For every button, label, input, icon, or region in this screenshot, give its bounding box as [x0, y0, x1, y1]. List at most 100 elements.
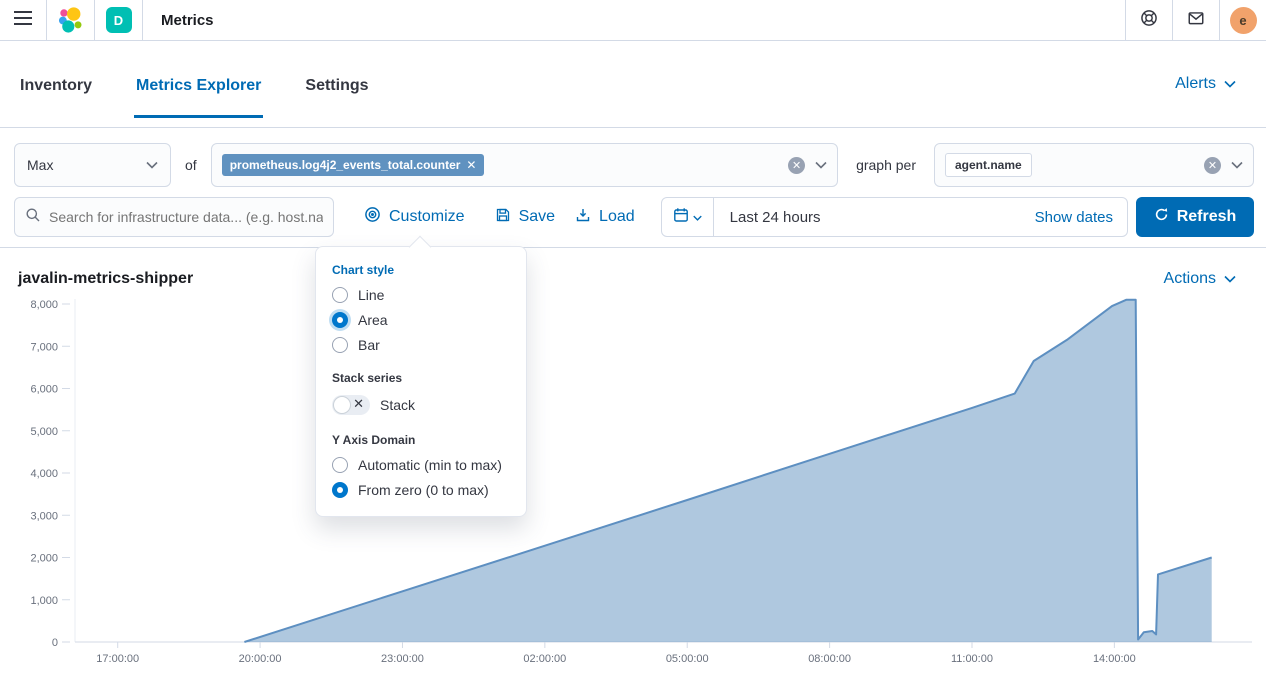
x-tick-label: 17:00:00: [96, 653, 139, 665]
newsfeed-button[interactable]: [1172, 0, 1219, 40]
customize-label: Customize: [389, 208, 465, 226]
envelope-icon: [1187, 9, 1205, 32]
x-tick-label: 20:00:00: [239, 653, 282, 665]
metrics-area-chart[interactable]: 01,0002,0003,0004,0005,0006,0007,0008,00…: [14, 296, 1252, 671]
y-tick-label: 7,000: [30, 341, 58, 353]
option-label: Bar: [358, 337, 380, 353]
app-title: Metrics: [143, 0, 232, 40]
app-tabs: Inventory Metrics Explorer Settings Aler…: [0, 41, 1266, 128]
of-label: of: [185, 157, 197, 173]
radio-icon: [332, 287, 348, 303]
radio-icon: [332, 337, 348, 353]
search-input[interactable]: [49, 209, 323, 225]
calendar-icon: [673, 207, 689, 228]
search-box: [14, 197, 334, 237]
chevron-down-icon: [1224, 275, 1236, 283]
search-icon: [25, 207, 41, 228]
option-label: Area: [358, 312, 388, 328]
download-icon: [575, 207, 591, 228]
aggregation-value: Max: [27, 157, 53, 173]
toolbar-row: Customize Save Load Last 24: [14, 197, 1254, 237]
top-bar: D Metrics e: [0, 0, 1266, 41]
x-tick-label: 14:00:00: [1093, 653, 1136, 665]
quick-select-button[interactable]: [662, 198, 714, 236]
help-button[interactable]: [1125, 0, 1172, 40]
chart-style-option-line[interactable]: Line: [332, 287, 510, 303]
x-tick-label: 02:00:00: [523, 653, 566, 665]
refresh-button[interactable]: Refresh: [1136, 197, 1254, 237]
x-tick-label: 11:00:00: [951, 653, 993, 665]
clear-group-by-icon[interactable]: ✕: [1204, 157, 1221, 174]
space-selector[interactable]: D: [95, 0, 143, 40]
elastic-logo[interactable]: [47, 0, 95, 40]
time-range-value[interactable]: Last 24 hours: [714, 209, 837, 226]
x-tick-label: 23:00:00: [381, 653, 424, 665]
y-tick-label: 6,000: [30, 384, 58, 396]
toolbar-divider: [0, 247, 1266, 248]
chevron-down-icon[interactable]: [815, 161, 827, 169]
y-tick-label: 4,000: [30, 468, 58, 480]
metric-tag[interactable]: prometheus.log4j2_events_total.counter ✕: [222, 154, 485, 176]
tab-inventory[interactable]: Inventory: [18, 51, 94, 118]
option-label: Line: [358, 287, 384, 303]
hamburger-icon: [14, 11, 32, 30]
date-picker: Last 24 hours Show dates: [661, 197, 1128, 237]
help-lifering-icon: [1140, 9, 1158, 32]
metrics-explorer-chart-section: javalin-metrics-shipper Actions 0 1,000 2,…: [0, 270, 1266, 671]
radio-icon: [332, 457, 348, 473]
save-label: Save: [519, 208, 555, 226]
metric-controls-row: Max of prometheus.log4j2_events_total.co…: [14, 143, 1254, 187]
refresh-icon: [1154, 207, 1169, 227]
group-by-tag[interactable]: agent.name: [945, 153, 1032, 177]
load-label: Load: [599, 208, 635, 226]
chevron-down-icon: [693, 208, 702, 226]
clear-metric-icon[interactable]: ✕: [788, 157, 805, 174]
save-button[interactable]: Save: [495, 207, 555, 228]
chevron-down-icon[interactable]: [1231, 161, 1243, 169]
load-button[interactable]: Load: [575, 207, 635, 228]
metric-combobox[interactable]: prometheus.log4j2_events_total.counter ✕…: [211, 143, 838, 187]
option-label: From zero (0 to max): [358, 482, 489, 498]
radio-selected-icon: [332, 482, 348, 498]
aggregation-select[interactable]: Max: [14, 143, 171, 187]
customize-button[interactable]: Customize: [364, 206, 465, 228]
stack-toggle-label: Stack: [380, 397, 415, 413]
actions-label: Actions: [1164, 270, 1216, 288]
y-tick-label: 5,000: [30, 426, 58, 438]
chevron-down-icon: [1224, 80, 1236, 88]
alerts-label: Alerts: [1175, 75, 1216, 93]
stack-toggle[interactable]: ✕: [332, 395, 370, 415]
bullseye-eye-icon: [364, 206, 381, 228]
metric-tag-label: prometheus.log4j2_events_total.counter: [230, 158, 461, 172]
tab-settings[interactable]: Settings: [303, 51, 370, 118]
option-label: Automatic (min to max): [358, 457, 502, 473]
chart-style-option-area[interactable]: Area: [332, 312, 510, 328]
y-tick-label: 8,000: [30, 299, 58, 311]
space-badge: D: [106, 7, 132, 33]
save-floppy-icon: [495, 207, 511, 228]
chevron-down-icon: [146, 161, 158, 169]
show-dates-link[interactable]: Show dates: [1035, 209, 1127, 226]
graph-per-label: graph per: [856, 157, 916, 173]
toggle-knob: [333, 396, 351, 414]
stack-series-title: Stack series: [332, 371, 510, 385]
alerts-dropdown[interactable]: Alerts: [1175, 75, 1236, 93]
customize-popover: Chart style Line Area Bar Stack series ✕…: [315, 246, 527, 517]
refresh-label: Refresh: [1177, 208, 1237, 226]
y-axis-option-automatic[interactable]: Automatic (min to max): [332, 457, 510, 473]
y-tick-label: 0: [52, 637, 58, 649]
x-tick-label: 05:00:00: [666, 653, 709, 665]
y-tick-label: 2,000: [30, 553, 58, 565]
chart-style-option-bar[interactable]: Bar: [332, 337, 510, 353]
menu-button[interactable]: [0, 0, 47, 40]
radio-selected-icon: [332, 312, 348, 328]
y-tick-label: 1,000: [30, 595, 58, 607]
chart-actions-dropdown[interactable]: Actions: [1164, 270, 1236, 288]
tab-metrics-explorer[interactable]: Metrics Explorer: [134, 51, 263, 118]
group-by-combobox[interactable]: agent.name ✕: [934, 143, 1254, 187]
user-menu-button[interactable]: e: [1219, 0, 1266, 40]
remove-tag-icon[interactable]: ✕: [466, 158, 476, 172]
x-tick-label: 08:00:00: [808, 653, 851, 665]
chart-title: javalin-metrics-shipper: [18, 270, 193, 288]
y-axis-option-from-zero[interactable]: From zero (0 to max): [332, 482, 510, 498]
